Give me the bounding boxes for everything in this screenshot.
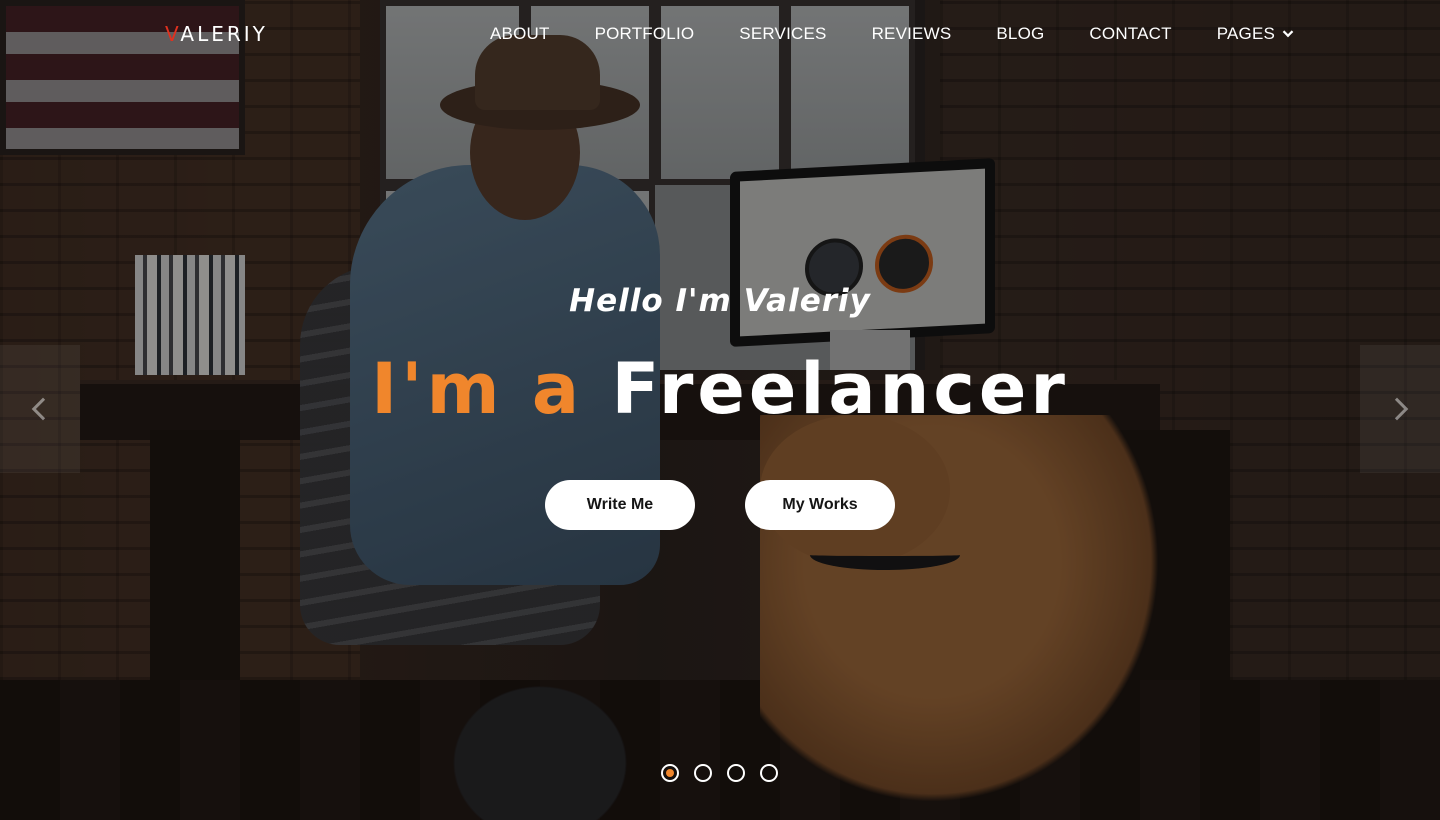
logo-text: ALERIY (180, 22, 268, 46)
headline-prefix: I'm a (371, 348, 584, 430)
nav-link-about[interactable]: ABOUT (490, 24, 550, 44)
top-navigation: VALERIY ABOUT PORTFOLIO SERVICES REVIEWS… (0, 0, 1440, 70)
nav-link-reviews[interactable]: REVIEWS (872, 24, 952, 44)
slider-dot[interactable] (727, 764, 745, 782)
hero-greeting: Hello I'm Valeriy (569, 283, 871, 319)
chevron-left-icon (31, 397, 55, 421)
hero-headline: I'm a Freelancer (0, 348, 1440, 430)
headline-role: Freelancer (611, 348, 1069, 430)
nav-item-about[interactable]: ABOUT (490, 24, 550, 44)
nav-item-portfolio[interactable]: PORTFOLIO (595, 24, 695, 44)
slider-dot-active[interactable] (661, 764, 679, 782)
my-works-button[interactable]: My Works (745, 480, 895, 530)
slider-dot[interactable] (694, 764, 712, 782)
nav-item-blog[interactable]: BLOG (996, 24, 1044, 44)
active-dot-fill (666, 769, 674, 777)
nav-item-pages[interactable]: PAGES (1217, 24, 1294, 44)
nav-link-services[interactable]: SERVICES (739, 24, 826, 44)
write-me-button[interactable]: Write Me (545, 480, 695, 530)
site-logo[interactable]: VALERIY (165, 22, 268, 46)
nav-item-contact[interactable]: CONTACT (1089, 24, 1171, 44)
nav-link-portfolio[interactable]: PORTFOLIO (595, 24, 695, 44)
slider-pagination (661, 764, 778, 782)
slider-next-button[interactable] (1360, 345, 1440, 473)
chevron-down-icon[interactable] (1282, 26, 1294, 38)
logo-accent-letter: V (165, 22, 181, 46)
slider-dot[interactable] (760, 764, 778, 782)
nav-link-contact[interactable]: CONTACT (1089, 24, 1171, 44)
slider-prev-button[interactable] (0, 345, 80, 473)
nav-item-reviews[interactable]: REVIEWS (872, 24, 952, 44)
chevron-right-icon (1385, 397, 1409, 421)
nav-link-pages[interactable]: PAGES (1217, 24, 1275, 44)
main-menu: ABOUT PORTFOLIO SERVICES REVIEWS BLOG CO… (490, 24, 1294, 44)
nav-item-services[interactable]: SERVICES (739, 24, 826, 44)
nav-link-blog[interactable]: BLOG (996, 24, 1044, 44)
hero-buttons: Write Me My Works (545, 480, 895, 530)
